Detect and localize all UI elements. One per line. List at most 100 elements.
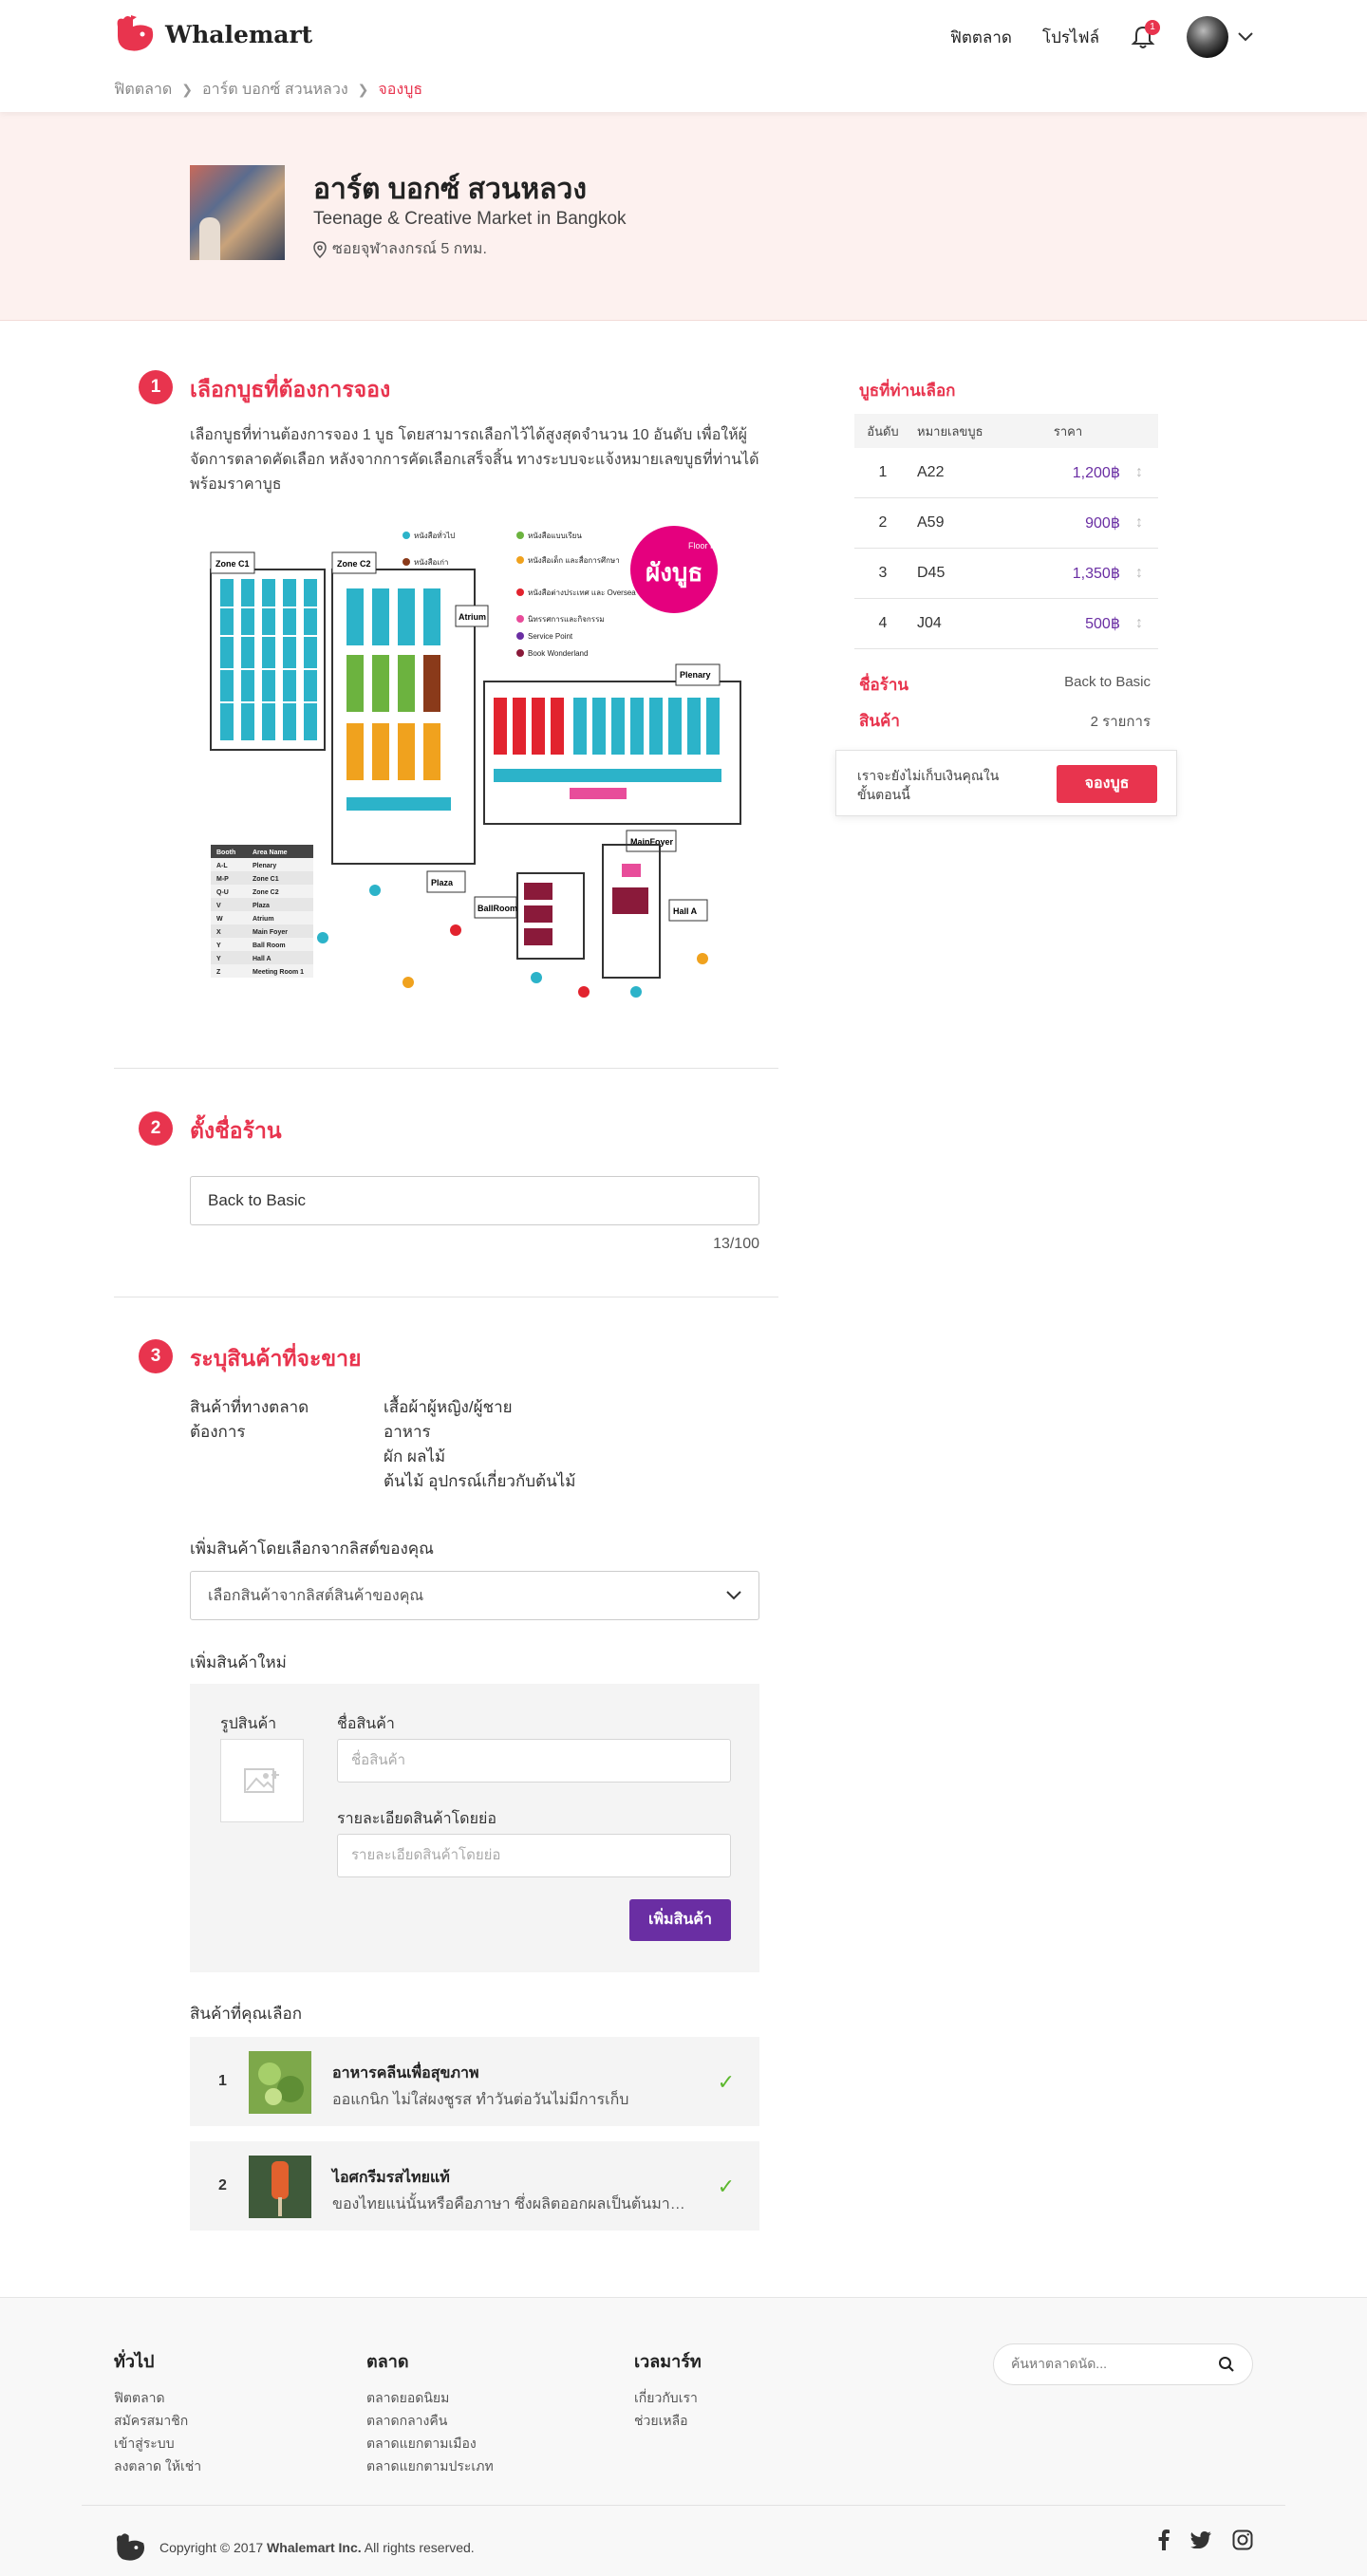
- area-table-area: Zone C2: [253, 889, 279, 896]
- booth-number: J04: [917, 615, 942, 631]
- check-icon: ✓: [717, 2070, 735, 2094]
- shop-name-input[interactable]: Back to Basic: [190, 1176, 759, 1225]
- area-table-booth: Y: [216, 943, 221, 949]
- breadcrumb-item-home[interactable]: ฟิตตลาด: [114, 78, 172, 102]
- footer: ทั่วไป ฟิตตลาด สมัครสมาชิก เข้าสู่ระบบ ล…: [0, 2297, 1367, 2576]
- footer-link[interactable]: เกี่ยวกับเรา: [634, 2386, 702, 2409]
- reserve-note: เราจะยังไม่เก็บเงินคุณในขั้นตอนนี้: [857, 768, 1000, 802]
- area-table-header: Booth: [216, 849, 235, 856]
- summary-shop-label: ชื่อร้าน: [859, 676, 909, 694]
- header-rank: อันดับ: [867, 423, 899, 439]
- product-image-upload[interactable]: [220, 1739, 304, 1822]
- booth-price: 1,350฿: [1072, 566, 1120, 582]
- zone-c1-label: Zone C1: [215, 559, 250, 569]
- product-thumbnail: [249, 2156, 311, 2218]
- whale-logo-icon: [117, 2533, 145, 2561]
- notification-button[interactable]: 1: [1130, 20, 1160, 50]
- avatar: [1187, 16, 1228, 58]
- footer-link[interactable]: ตลาดแยกตามประเภท: [366, 2455, 494, 2477]
- booth-number: D45: [917, 565, 946, 581]
- booth-number: A22: [917, 464, 945, 480]
- area-table-booth: Q-U: [216, 889, 229, 896]
- area-table-area: Ball Room: [253, 943, 286, 949]
- add-product-button[interactable]: เพิ่มสินค้า: [629, 1899, 731, 1941]
- product-detail-label: รายละเอียดสินค้าโดยย่อ: [337, 1811, 496, 1827]
- selected-product-name: ไอศกรีมรสไทยแท้: [332, 2170, 450, 2186]
- footer-search-input[interactable]: ค้นหาตลาดนัด...: [993, 2343, 1253, 2385]
- market-location: ซอยจุฬาลงกรณ์ 5 กทม.: [313, 237, 487, 261]
- booth-rank: 3: [878, 565, 888, 581]
- zone-plenary-label: Plenary: [680, 670, 711, 680]
- copyright-suffix: All rights reserved.: [361, 2540, 475, 2555]
- footer-link[interactable]: ช่วยเหลือ: [634, 2409, 702, 2432]
- footer-col-title: ทั่วไป: [114, 2352, 155, 2371]
- instagram-icon[interactable]: [1232, 2529, 1253, 2550]
- selected-product-item[interactable]: 1 อาหารคลีนเพื่อสุขภาพ ออแกนิก ไม่ใส่ผงช…: [190, 2037, 759, 2126]
- breadcrumb-item-market[interactable]: อาร์ต บอกซ์ สวนหลวง: [202, 78, 348, 102]
- product-name-label: ชื่อสินค้า: [337, 1716, 395, 1732]
- brand-logo[interactable]: Whalemart: [114, 13, 312, 55]
- area-table-area: Hall A: [253, 956, 272, 962]
- footer-link[interactable]: ลงตลาด ให้เช่า: [114, 2455, 201, 2477]
- footer-link[interactable]: ตลาดกลางคืน: [366, 2409, 494, 2432]
- from-list-label: เพิ่มสินค้าโดยเลือกจากลิสต์ของคุณ: [190, 1540, 434, 1558]
- location-pin-icon: [313, 240, 327, 258]
- booth-floor-plan[interactable]: Zone C1 Zone C2 Atrium Plenary MainFoyer…: [190, 513, 759, 1025]
- booth-rank: 4: [878, 615, 888, 631]
- booth-row[interactable]: 1 A22 1,200฿ ↕: [854, 448, 1158, 498]
- product-name-input[interactable]: ชื่อสินค้า: [337, 1739, 731, 1783]
- area-table-booth: V: [216, 903, 221, 909]
- copyright-text: Copyright © 2017 Whalemart Inc. All righ…: [159, 2540, 475, 2555]
- booth-price: 500฿: [1085, 616, 1120, 632]
- wanted-product-item: เสื้อผ้าผู้หญิง/ผู้ชาย: [384, 1398, 513, 1416]
- step-2-number: 2: [139, 1111, 173, 1146]
- product-detail-input[interactable]: รายละเอียดสินค้าโดยย่อ: [337, 1834, 731, 1877]
- brand-name: Whalemart: [165, 20, 313, 48]
- legend-item: นิทรรศการและกิจกรรม: [528, 615, 605, 624]
- facebook-icon[interactable]: [1158, 2529, 1170, 2550]
- header-booth: หมายเลขบูธ: [917, 423, 983, 439]
- search-icon[interactable]: [1218, 2356, 1235, 2373]
- user-menu[interactable]: [1187, 16, 1253, 58]
- booth-rank: 2: [878, 514, 888, 531]
- footer-search-placeholder: ค้นหาตลาดนัด...: [1011, 2356, 1107, 2371]
- drag-handle-icon[interactable]: ↕: [1120, 615, 1158, 632]
- floor-plan-badge-small: Floor Plan: [688, 541, 727, 551]
- footer-col-whalemart: เวลมาร์ท เกี่ยวกับเรา ช่วยเหลือ: [634, 2347, 702, 2432]
- product-list-select[interactable]: เลือกสินค้าจากลิสต์สินค้าของคุณ: [190, 1571, 759, 1620]
- selected-product-index: 1: [218, 2073, 227, 2089]
- whale-logo-icon: [117, 15, 154, 51]
- footer-link[interactable]: ตลาดยอดนิยม: [366, 2386, 494, 2409]
- booth-price: 900฿: [1085, 515, 1120, 532]
- footer-link[interactable]: ฟิตตลาด: [114, 2386, 201, 2409]
- footer-link[interactable]: เข้าสู่ระบบ: [114, 2432, 201, 2455]
- wanted-products-list: เสื้อผ้าผู้หญิง/ผู้ชาย อาหาร ผัก ผลไม้ ต…: [384, 1395, 575, 1494]
- footer-link[interactable]: ตลาดแยกตามเมือง: [366, 2432, 494, 2455]
- selected-product-item[interactable]: 2 ไอศกรีมรสไทยแท้ ของไทยแน่นั้นหรือคือภา…: [190, 2141, 759, 2231]
- twitter-icon[interactable]: [1190, 2531, 1211, 2548]
- copyright-brand: Whalemart Inc.: [267, 2540, 362, 2555]
- drag-handle-icon[interactable]: ↕: [1120, 565, 1158, 582]
- booth-row[interactable]: 4 J04 500฿ ↕: [854, 599, 1158, 649]
- footer-link[interactable]: สมัครสมาชิก: [114, 2409, 201, 2432]
- nav-profile[interactable]: โปรไฟล์: [1042, 25, 1099, 50]
- breadcrumb-item-current: จองบูธ: [378, 82, 423, 98]
- booth-row[interactable]: 3 D45 1,350฿ ↕: [854, 549, 1158, 599]
- booth-row[interactable]: 2 A59 900฿ ↕: [854, 498, 1158, 549]
- area-table-header: Area Name: [253, 849, 288, 856]
- notification-badge: 1: [1145, 20, 1160, 35]
- summary-product-label: สินค้า: [859, 712, 900, 730]
- area-table-area: Plaza: [253, 903, 270, 909]
- legend-item: Service Point: [528, 632, 573, 641]
- drag-handle-icon[interactable]: ↕: [1120, 464, 1158, 481]
- footer-col-title: เวลมาร์ท: [634, 2352, 702, 2371]
- area-table-booth: Z: [216, 969, 221, 976]
- nav-find-market[interactable]: ฟิตตลาด: [950, 25, 1012, 50]
- footer-divider: [82, 2505, 1285, 2506]
- market-name: อาร์ต บอกซ์ สวนหลวง: [313, 174, 588, 205]
- product-image-label: รูปสินค้า: [220, 1716, 277, 1732]
- zone-ballroom-label: BallRoom: [478, 904, 517, 913]
- drag-handle-icon[interactable]: ↕: [1120, 514, 1158, 532]
- reserve-booth-button[interactable]: จองบูธ: [1057, 765, 1157, 803]
- selected-product-desc: ออแกนิก ไม่ใส่ผงชูรส ทำวันต่อวันไม่มีการ…: [332, 2092, 629, 2108]
